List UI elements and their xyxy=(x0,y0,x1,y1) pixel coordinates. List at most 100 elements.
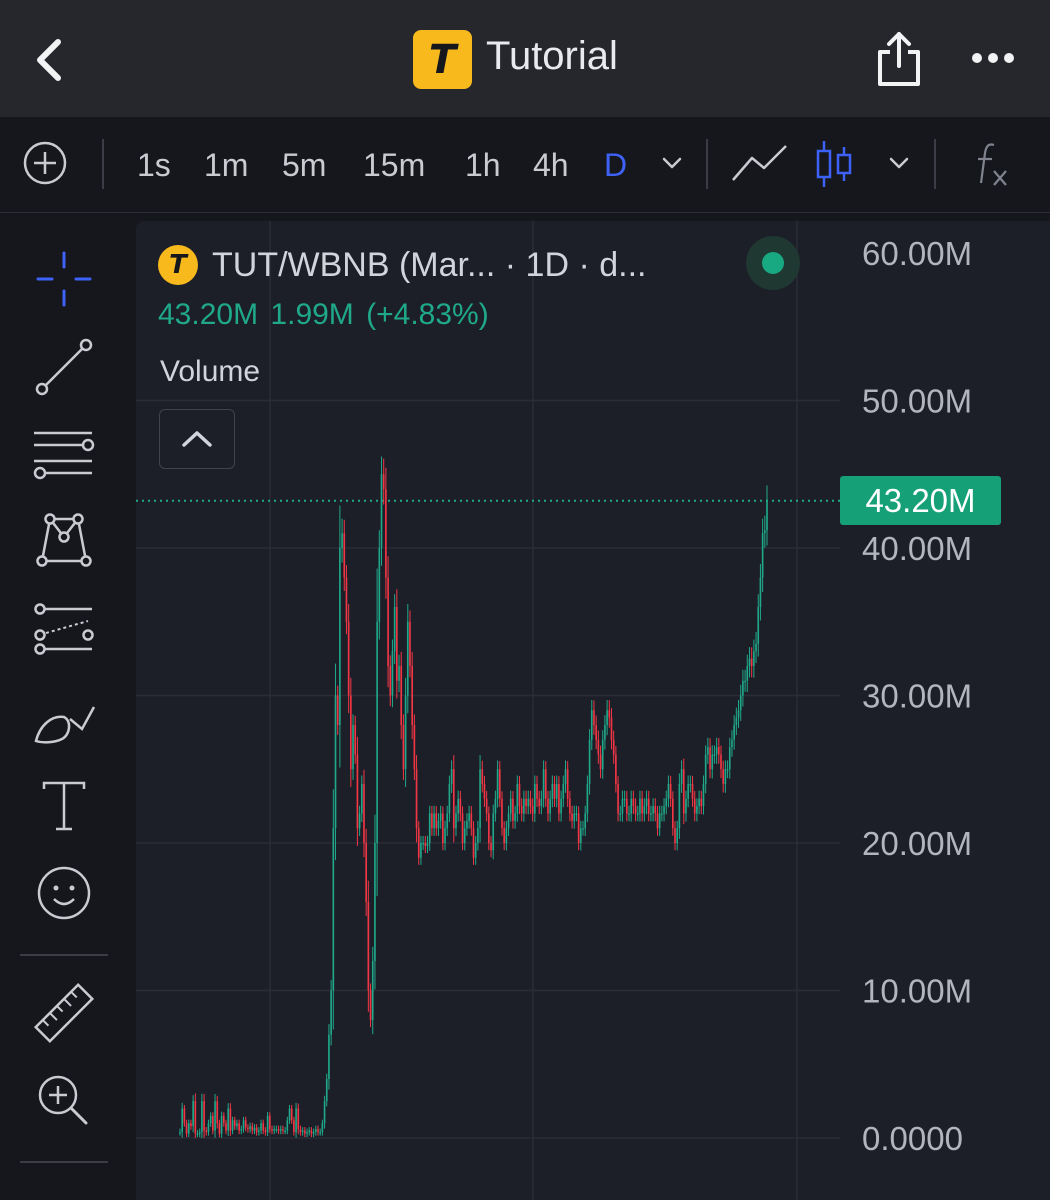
candle-body xyxy=(514,813,516,821)
candle-body xyxy=(393,607,396,652)
candle-body xyxy=(212,1115,214,1131)
candle-body xyxy=(251,1126,254,1131)
candle-body xyxy=(225,1123,227,1131)
candle-body xyxy=(323,1101,326,1124)
price-chart[interactable]: 60.00M 50.00M 40.00M 30.00M 20.00M 10.00M 0.00… xyxy=(0,0,1050,1200)
candle-body xyxy=(350,695,352,770)
candle-body xyxy=(575,813,578,815)
candle-body xyxy=(720,754,722,770)
symbol-legend[interactable]: T TUT/WBNB (Mar... · 1D · d... xyxy=(158,240,646,290)
candle-body xyxy=(299,1129,302,1133)
candle-body xyxy=(639,798,641,814)
candle-body xyxy=(516,784,519,814)
candle-body xyxy=(704,754,707,784)
candle-body xyxy=(367,902,370,991)
candle-body xyxy=(558,784,560,814)
candle-body xyxy=(577,813,580,843)
candle-body xyxy=(345,577,348,622)
candle-body xyxy=(722,769,725,784)
candle-body xyxy=(671,798,674,829)
candle-body xyxy=(503,828,505,843)
candle-body xyxy=(391,651,394,696)
candle-body xyxy=(455,813,457,829)
candle-body xyxy=(560,798,562,814)
candle-body xyxy=(759,577,762,607)
price-change-row: 43.20M 1.99M (+4.83%) xyxy=(158,298,489,332)
candle-body xyxy=(538,798,541,807)
candle-body xyxy=(599,754,602,770)
candle-body xyxy=(586,784,589,814)
candle-body xyxy=(608,710,611,718)
last-price-value: 43.20M xyxy=(158,298,259,331)
candle-body xyxy=(737,710,740,718)
candle-body xyxy=(544,769,547,799)
candle-body xyxy=(643,806,646,814)
candle-body xyxy=(242,1120,245,1130)
candle-body xyxy=(417,828,420,858)
candle-body xyxy=(483,784,486,799)
candle-body xyxy=(763,530,766,534)
candle-body xyxy=(431,813,433,829)
candle-body xyxy=(273,1129,276,1131)
candle-body xyxy=(656,813,659,829)
candle-body xyxy=(203,1101,205,1131)
candle-body xyxy=(258,1130,260,1133)
candle-body xyxy=(711,754,714,770)
candle-body xyxy=(409,621,411,666)
candle-body xyxy=(555,784,558,799)
candle-body xyxy=(746,666,749,681)
candle-body xyxy=(492,813,495,851)
collapse-legend-button[interactable] xyxy=(159,409,235,469)
candle-body xyxy=(317,1129,319,1133)
candle-body xyxy=(678,784,681,829)
candle-body xyxy=(325,1079,328,1102)
candle-body xyxy=(236,1123,238,1127)
candle-body xyxy=(680,769,683,784)
candle-body xyxy=(406,621,409,696)
candle-body xyxy=(244,1120,247,1128)
candle-body xyxy=(582,828,584,830)
candle-body xyxy=(525,798,527,807)
candle-body xyxy=(632,798,635,807)
candle-body xyxy=(400,666,403,725)
candle-body xyxy=(619,813,622,815)
candle-body xyxy=(463,828,466,843)
candle-body xyxy=(249,1126,251,1130)
candle-body xyxy=(698,798,700,807)
candle-body xyxy=(717,747,720,755)
candle-body xyxy=(645,798,648,807)
candle-body xyxy=(310,1130,313,1134)
candle-body xyxy=(422,843,424,845)
candle-body xyxy=(512,798,514,821)
candle-body xyxy=(490,843,492,851)
candle-body xyxy=(744,680,746,683)
candle-body xyxy=(295,1108,297,1133)
candle-body xyxy=(448,784,451,814)
candle-body xyxy=(435,813,438,829)
candle-body xyxy=(669,784,672,799)
candle-body xyxy=(279,1129,282,1131)
candle-body xyxy=(468,813,470,821)
candle-body xyxy=(604,725,606,740)
candle-body xyxy=(702,784,705,807)
market-status-indicator[interactable] xyxy=(746,236,800,290)
candle-body xyxy=(238,1123,240,1131)
candle-body xyxy=(661,813,663,815)
candle-body xyxy=(385,489,387,578)
candle-body xyxy=(437,820,440,829)
candle-body xyxy=(713,754,716,756)
candle-body xyxy=(179,1132,181,1134)
candle-body xyxy=(396,607,398,681)
candle-body xyxy=(601,739,604,770)
candle-body xyxy=(328,1034,330,1079)
status-dot xyxy=(762,252,784,274)
candle-body xyxy=(564,769,567,784)
candle-body xyxy=(477,828,479,843)
candle-body xyxy=(593,710,595,725)
candle-body xyxy=(536,784,538,799)
candle-body xyxy=(562,784,565,799)
change-percent: (+4.83%) xyxy=(366,298,489,331)
candle-body xyxy=(590,710,593,740)
candle-body xyxy=(650,813,652,815)
candle-body xyxy=(488,813,490,843)
